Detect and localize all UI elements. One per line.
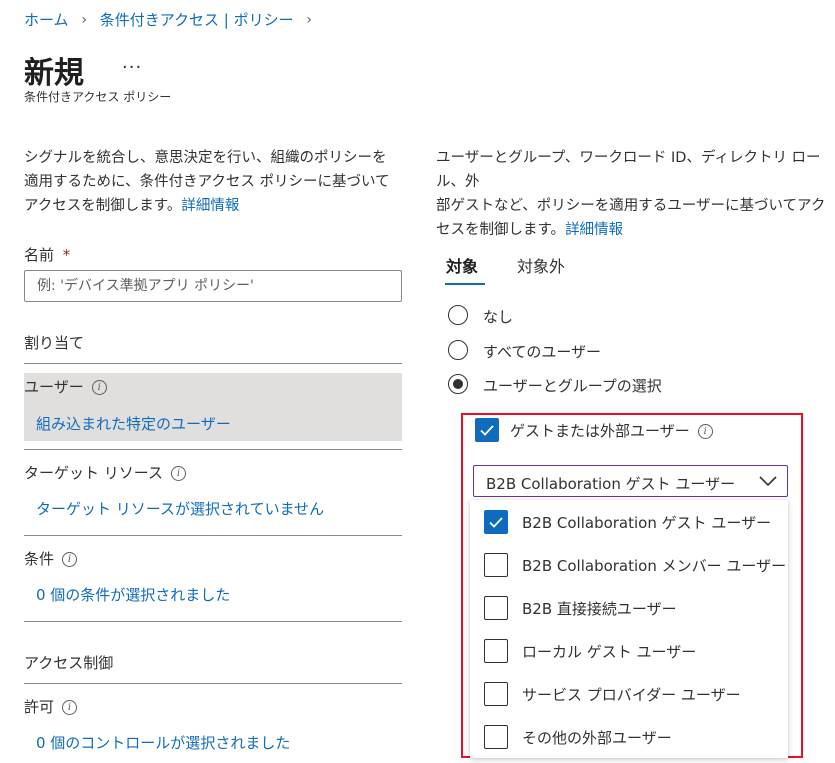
option-label: B2B 直接接続ユーザー xyxy=(522,600,677,618)
info-icon[interactable]: i xyxy=(697,424,713,439)
option-checkbox[interactable] xyxy=(484,682,508,706)
menu-option-service-provider[interactable]: サービス プロバイダー ユーザー xyxy=(470,673,788,715)
menu-option-b2b-direct[interactable]: B2B 直接接続ユーザー xyxy=(470,587,788,629)
guest-type-dropdown[interactable]: B2B Collaboration ゲスト ユーザー xyxy=(473,465,788,497)
chevron-down-icon[interactable] xyxy=(759,474,777,488)
dropdown-selected-value: B2B Collaboration ゲスト ユーザー xyxy=(486,475,736,493)
divider xyxy=(24,449,402,450)
breadcrumb: ホーム › 条件付きアクセス | ポリシー › xyxy=(24,9,320,30)
radio-all-users-label: すべてのユーザー xyxy=(483,343,602,361)
option-label: その他の外部ユーザー xyxy=(522,729,672,747)
radio-circle[interactable] xyxy=(448,374,468,394)
conditions-value-link[interactable]: 0 個の条件が選択されました xyxy=(36,584,230,605)
radio-all-users[interactable] xyxy=(448,340,468,360)
checkmark-icon xyxy=(480,425,494,436)
info-icon[interactable]: i xyxy=(91,380,107,395)
divider xyxy=(24,683,402,684)
divider xyxy=(24,621,402,622)
info-icon[interactable]: i xyxy=(62,552,78,567)
option-checkbox[interactable] xyxy=(484,596,508,620)
radio-none[interactable] xyxy=(448,305,468,325)
left-learn-more-link[interactable]: 詳細情報 xyxy=(181,198,239,214)
option-checkbox[interactable] xyxy=(484,639,508,663)
access-controls-heading: アクセス制御 xyxy=(24,654,114,672)
name-label: 名前 * xyxy=(24,246,71,264)
radio-circle[interactable] xyxy=(448,305,468,325)
radio-select-users-groups-label: ユーザーとグループの選択 xyxy=(483,377,662,395)
guest-type-menu: B2B Collaboration ゲスト ユーザー B2B Collabora… xyxy=(470,500,788,758)
users-assignment-item[interactable]: ユーザー i 組み込まれた特定のユーザー xyxy=(24,373,402,441)
left-description: シグナルを統合し、意思決定を行い、組織のポリシーを 適用するために、条件付きアク… xyxy=(24,150,390,214)
checkmark-icon xyxy=(489,517,503,528)
more-options-button[interactable]: ... xyxy=(122,52,142,73)
conditions-label: 条件 xyxy=(24,550,55,568)
breadcrumb-home-link[interactable]: ホーム xyxy=(24,11,69,29)
page-subtitle: 条件付きアクセス ポリシー xyxy=(24,90,172,104)
guest-external-label: ゲストまたは外部ユーザー xyxy=(510,422,690,440)
tab-exclude[interactable]: 対象外 xyxy=(517,253,565,277)
assignments-heading: 割り当て xyxy=(24,334,85,352)
menu-option-other-external[interactable]: その他の外部ユーザー xyxy=(470,716,788,758)
radio-circle[interactable] xyxy=(448,340,468,360)
required-mark: * xyxy=(62,246,71,264)
info-icon[interactable]: i xyxy=(62,700,78,715)
option-label: B2B Collaboration メンバー ユーザー xyxy=(522,557,787,575)
breadcrumb-policies-link[interactable]: 条件付きアクセス | ポリシー xyxy=(100,11,294,29)
target-resources-label: ターゲット リソース xyxy=(24,464,164,482)
divider xyxy=(24,363,402,364)
chevron-right-icon: › xyxy=(81,11,87,28)
grant-item[interactable]: 許可 i xyxy=(24,696,78,717)
info-icon[interactable]: i xyxy=(171,466,187,481)
radio-none-label: なし xyxy=(483,308,514,326)
target-resources-value-link[interactable]: ターゲット リソースが選択されていません xyxy=(36,498,324,519)
option-checkbox[interactable] xyxy=(484,510,508,534)
right-learn-more-link[interactable]: 詳細情報 xyxy=(565,222,623,238)
page-title: 新規 xyxy=(24,56,84,91)
radio-selected-dot xyxy=(453,379,463,389)
chevron-right-icon: › xyxy=(306,11,312,28)
radio-select-users-groups[interactable] xyxy=(448,374,468,394)
menu-option-local-guest[interactable]: ローカル ゲスト ユーザー xyxy=(470,630,788,672)
target-resources-item[interactable]: ターゲット リソース i xyxy=(24,462,187,483)
tab-active-indicator xyxy=(445,283,485,285)
tab-include[interactable]: 対象 xyxy=(446,253,478,277)
option-label: B2B Collaboration ゲスト ユーザー xyxy=(522,514,772,532)
divider xyxy=(24,535,402,536)
menu-option-b2b-guest[interactable]: B2B Collaboration ゲスト ユーザー xyxy=(470,501,788,543)
users-label: ユーザー xyxy=(24,378,84,396)
grant-value-link[interactable]: 0 個のコントロールが選択されました xyxy=(36,732,290,753)
option-checkbox[interactable] xyxy=(484,553,508,577)
menu-option-b2b-member[interactable]: B2B Collaboration メンバー ユーザー xyxy=(470,544,788,586)
option-checkbox[interactable] xyxy=(484,725,508,749)
right-description: ユーザーとグループ、ワークロード ID、ディレクトリ ロール、外 部ゲストなど、… xyxy=(436,150,826,238)
users-value-link[interactable]: 組み込まれた特定のユーザー xyxy=(36,413,231,434)
option-label: サービス プロバイダー ユーザー xyxy=(522,686,741,704)
policy-name-input[interactable] xyxy=(24,270,402,302)
grant-label: 許可 xyxy=(24,698,55,716)
guest-external-checkbox[interactable] xyxy=(475,418,499,442)
conditions-item[interactable]: 条件 i xyxy=(24,548,78,569)
option-label: ローカル ゲスト ユーザー xyxy=(522,643,697,661)
